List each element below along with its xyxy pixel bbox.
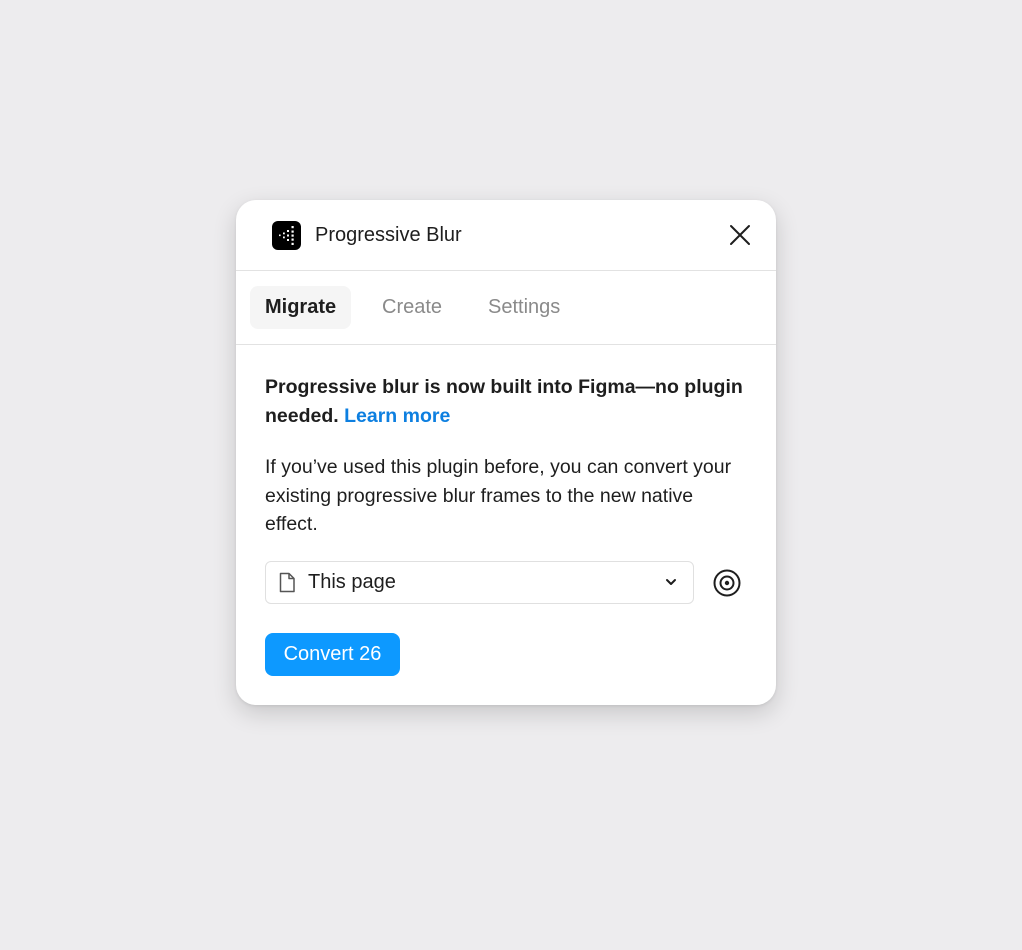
dialog-header: Progressive Blur (236, 200, 776, 271)
tab-migrate[interactable]: Migrate (250, 286, 352, 329)
tab-bar: Migrate Create Settings (236, 271, 776, 345)
select-target-button[interactable] (712, 568, 742, 598)
migrate-description: If you’ve used this plugin before, you c… (265, 456, 732, 535)
file-icon (278, 572, 296, 593)
target-icon (713, 569, 741, 597)
scope-select-value: This page (308, 571, 396, 593)
close-button[interactable] (726, 221, 754, 249)
tab-settings[interactable]: Settings (473, 286, 575, 329)
convert-button[interactable]: Convert 26 (265, 633, 400, 676)
plugin-dialog: Progressive Blur Migrate Create Settings… (236, 200, 776, 705)
scope-select[interactable]: This page (265, 561, 694, 604)
progressive-blur-app-icon (272, 221, 301, 250)
tab-create[interactable]: Create (367, 286, 457, 329)
headline-text: Progressive blur is now built into Figma… (265, 376, 743, 427)
close-icon (730, 225, 750, 245)
learn-more-link[interactable]: Learn more (344, 405, 450, 427)
dialog-title: Progressive Blur (315, 224, 462, 246)
migrate-headline: Progressive blur is now built into Figma… (265, 373, 755, 431)
chevron-down-icon (664, 576, 678, 588)
